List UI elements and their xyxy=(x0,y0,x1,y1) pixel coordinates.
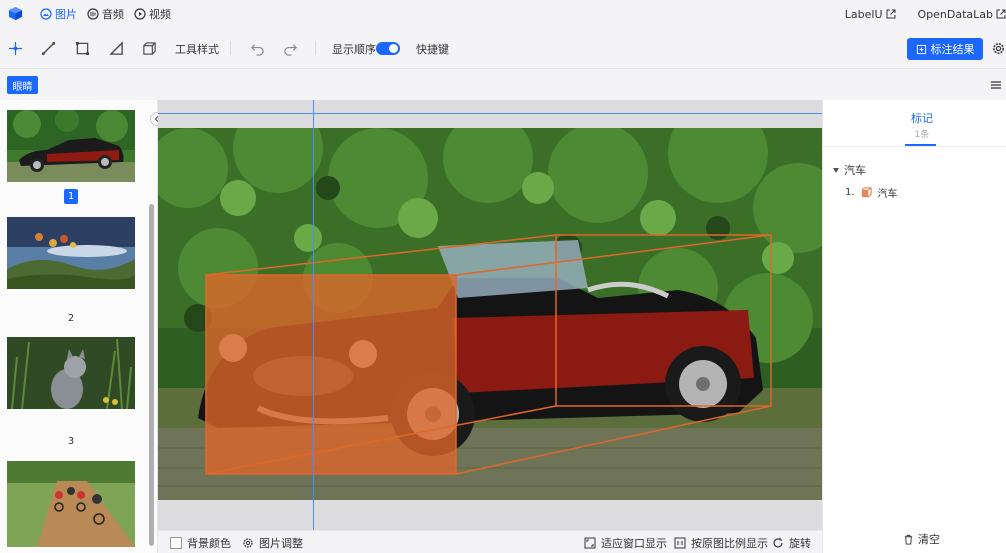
tab-image[interactable]: 图片 xyxy=(40,6,77,22)
point-tool-icon xyxy=(8,41,22,55)
label-group-car[interactable]: 汽车 xyxy=(833,162,866,178)
line-tool-icon xyxy=(41,41,55,55)
thumbnail-number-3: 3 xyxy=(67,436,75,447)
original-ratio-label: 按原图比例显示 xyxy=(691,537,768,550)
label-group-name: 汽车 xyxy=(844,164,866,177)
tab-video[interactable]: 视频 xyxy=(134,6,171,22)
color-swatch xyxy=(170,537,182,549)
rotate-button[interactable]: 旋转 xyxy=(772,535,811,551)
labelu-link-label: LabelU xyxy=(844,7,883,21)
caret-down-icon xyxy=(833,167,839,173)
app-logo xyxy=(8,6,23,21)
annotation-toolbar: 工具样式 显示顺序 快捷键 标注结果 xyxy=(0,28,1006,68)
polygon-tool-icon xyxy=(108,40,123,55)
line-tool-button[interactable] xyxy=(38,38,58,58)
point-tool-button[interactable] xyxy=(5,38,25,58)
original-ratio-button[interactable]: 按原图比例显示 xyxy=(674,535,768,551)
polygon-tool-button[interactable] xyxy=(106,38,126,58)
cuboid-icon xyxy=(861,187,872,198)
thumbnail-item-4[interactable] xyxy=(7,461,135,547)
fit-window-icon xyxy=(584,537,596,549)
image-adjust-label: 图片调整 xyxy=(259,537,303,550)
fit-window-label: 适应窗口显示 xyxy=(601,537,667,550)
tool-style-button[interactable]: 工具样式 xyxy=(175,41,219,57)
toolbar-divider xyxy=(315,41,316,55)
external-link-icon xyxy=(996,9,1006,19)
fit-window-button[interactable]: 适应窗口显示 xyxy=(584,535,667,551)
cat-thumbnail-image xyxy=(7,337,135,409)
label-item-1[interactable]: 1. 汽车 xyxy=(845,185,898,200)
show-order-toggle[interactable] xyxy=(376,42,400,55)
shortcuts-button[interactable]: 快捷键 xyxy=(416,41,449,57)
annotation-result-button[interactable]: 标注结果 xyxy=(907,38,983,60)
external-links: LabelU OpenDataLab xyxy=(845,0,1006,28)
show-order-label: 显示顺序 xyxy=(332,43,376,56)
gear-icon[interactable] xyxy=(991,41,1006,56)
rect-tool-button[interactable] xyxy=(72,38,92,58)
media-type-tabs: 图片 音频 视频 xyxy=(40,0,171,28)
thumbnail-number-2: 2 xyxy=(67,313,75,324)
tab-labels-title: 标记 xyxy=(911,112,933,125)
thumbnail-item-3[interactable] xyxy=(7,337,135,409)
background-color-label: 背景颜色 xyxy=(187,537,231,550)
annotation-result-label: 标注结果 xyxy=(930,43,975,56)
cuboid-tool-button[interactable] xyxy=(139,38,159,58)
tab-labels[interactable]: 标记 1条 xyxy=(907,110,937,140)
cyclists-thumbnail-image xyxy=(7,461,135,547)
original-ratio-icon xyxy=(674,537,686,549)
canvas-bottom-bar: 背景颜色 图片调整 适应窗口显示 按原图比例显示 旋转 xyxy=(158,530,822,553)
trash-icon xyxy=(904,534,913,545)
rotate-icon xyxy=(773,537,783,548)
audio-icon xyxy=(87,8,99,20)
opendatalab-link[interactable]: OpenDataLab xyxy=(918,8,1006,21)
video-icon xyxy=(134,8,146,20)
thumbnail-number-1: 1 xyxy=(64,189,78,204)
redo-button[interactable] xyxy=(280,38,300,58)
annotation-canvas[interactable] xyxy=(158,100,822,530)
result-icon xyxy=(916,44,926,54)
tag-bar: 眼睛 xyxy=(0,68,1006,100)
redo-icon xyxy=(283,43,297,56)
annotation-list-panel: 标记 1条 汽车 1. 汽车 清空 xyxy=(822,100,1006,553)
balloons-thumbnail-image xyxy=(7,217,135,289)
undo-icon xyxy=(250,43,264,56)
clear-label: 清空 xyxy=(918,533,940,546)
thumbnail-item-1[interactable] xyxy=(7,110,135,182)
toolbar-divider xyxy=(230,41,231,55)
label-item-name: 汽车 xyxy=(877,189,898,200)
tab-labels-count: 1条 xyxy=(914,130,930,140)
tab-audio[interactable]: 音频 xyxy=(87,6,124,22)
panel-divider xyxy=(823,146,1006,147)
gear-icon xyxy=(243,538,253,548)
label-item-index: 1. xyxy=(845,187,855,198)
clear-button[interactable]: 清空 xyxy=(903,531,940,547)
annotated-image[interactable] xyxy=(158,128,822,500)
thumbnail-list: 1 2 3 xyxy=(0,100,158,553)
labelu-link[interactable]: LabelU xyxy=(845,8,896,21)
rect-tool-icon xyxy=(75,41,89,55)
crosshair-vertical xyxy=(313,100,314,530)
image-adjust-button[interactable]: 图片调整 xyxy=(242,535,303,551)
attribute-menu-icon[interactable] xyxy=(990,79,1002,91)
tab-audio-label: 音频 xyxy=(102,8,124,21)
thumbnail-scrollbar[interactable] xyxy=(149,204,154,546)
undo-button[interactable] xyxy=(247,38,267,58)
cuboid-tool-icon xyxy=(142,41,156,55)
app-header: 图片 音频 视频 LabelU OpenDataLab xyxy=(0,0,1006,28)
thumbnail-item-2[interactable] xyxy=(7,217,135,289)
car-photo xyxy=(158,128,822,500)
tab-image-label: 图片 xyxy=(55,8,77,21)
rotate-label: 旋转 xyxy=(789,537,811,550)
car-thumbnail-image xyxy=(7,110,135,182)
opendatalab-link-label: OpenDataLab xyxy=(917,7,994,21)
crosshair-horizontal xyxy=(158,113,822,114)
background-color-button[interactable]: 背景颜色 xyxy=(170,535,231,551)
external-link-icon xyxy=(886,9,895,19)
tab-video-label: 视频 xyxy=(149,8,171,21)
tag-chip[interactable]: 眼睛 xyxy=(7,76,38,94)
image-icon xyxy=(40,8,52,20)
